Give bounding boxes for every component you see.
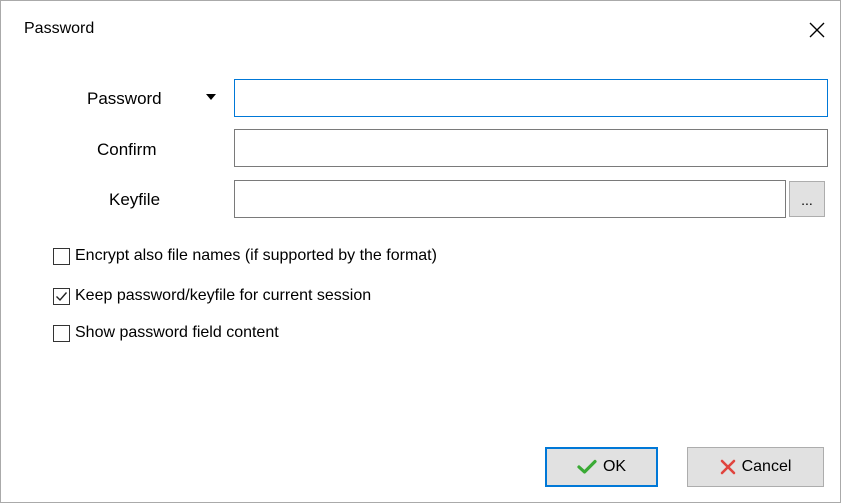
confirm-label: Confirm: [97, 140, 157, 159]
keep-password-checkbox[interactable]: [53, 287, 70, 305]
ok-button-label: OK: [602, 458, 627, 475]
confirm-input[interactable]: [234, 129, 828, 167]
keep-password-option[interactable]: Keep password/keyfile for current sessio…: [53, 285, 371, 307]
password-label: Password: [87, 89, 162, 108]
title-bar: Password: [1, 1, 840, 57]
encrypt-file-names-checkbox[interactable]: [53, 247, 70, 265]
cancel-button[interactable]: Cancel: [687, 447, 824, 487]
show-password-label: Show password field content: [75, 324, 279, 341]
show-password-option[interactable]: Show password field content: [53, 322, 279, 344]
browse-keyfile-button[interactable]: ...: [789, 181, 825, 217]
keyfile-label: Keyfile: [109, 190, 161, 209]
keyfile-input[interactable]: [234, 180, 786, 218]
show-password-checkbox[interactable]: [53, 324, 70, 342]
encrypt-file-names-option[interactable]: Encrypt also file names (if supported by…: [53, 245, 437, 267]
checkmark-icon: [577, 459, 597, 475]
encrypt-file-names-label: Encrypt also file names (if supported by…: [75, 247, 437, 264]
dropdown-arrow-icon[interactable]: [206, 94, 216, 100]
cancel-button-label: Cancel: [741, 458, 792, 475]
close-icon: [809, 22, 825, 38]
password-dialog: Password Password Confirm Keyfile ... En…: [0, 0, 841, 503]
password-input[interactable]: [234, 79, 828, 117]
dialog-title: Password: [24, 20, 95, 37]
ok-button[interactable]: OK: [545, 447, 658, 487]
x-icon: [720, 459, 736, 475]
keep-password-label: Keep password/keyfile for current sessio…: [75, 287, 372, 304]
close-button[interactable]: [800, 13, 834, 47]
checkmark-icon: [56, 291, 68, 301]
